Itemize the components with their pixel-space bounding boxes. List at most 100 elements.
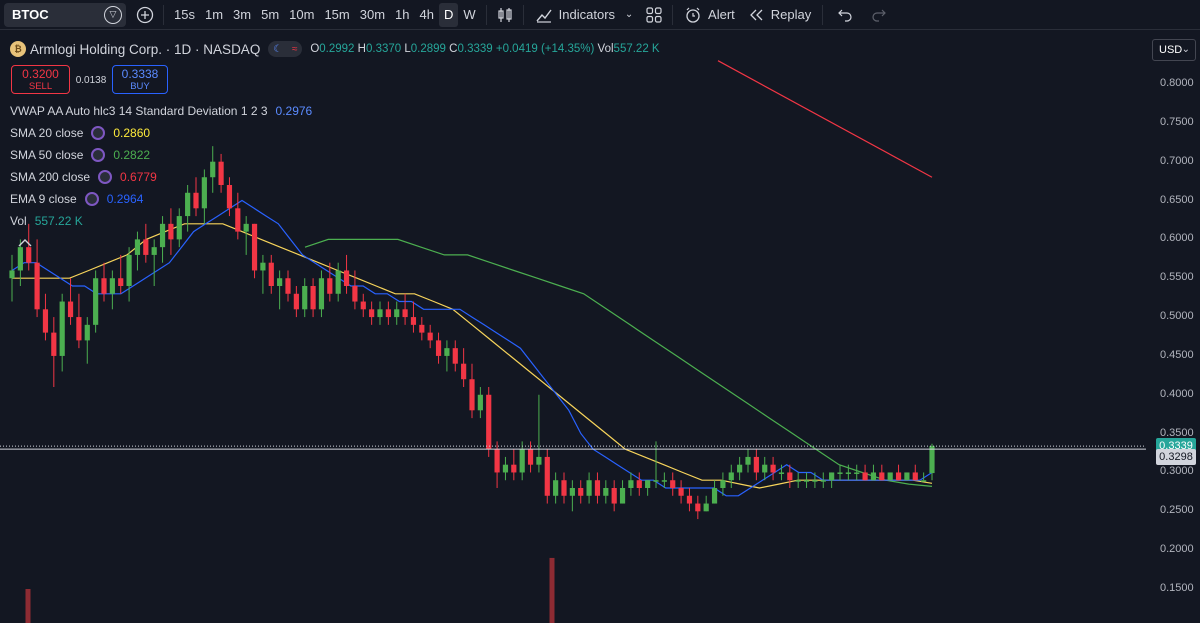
indicator-value: 0.2860 (113, 126, 151, 140)
candle-body (201, 177, 207, 209)
settings-icon[interactable] (91, 148, 106, 162)
candle-body (569, 488, 575, 496)
timeframe-10m[interactable]: 10m (284, 3, 319, 27)
candle-body (126, 254, 132, 286)
candle-body (870, 472, 877, 481)
indicator-value: 0.2976 (275, 104, 313, 118)
indicator-vwap[interactable]: VWAP AA Auto hlc3 14 Standard Deviation … (10, 104, 312, 118)
ohlc-values: O0.2992 H0.3370 L0.2899 C0.3339 +0.0419 … (310, 43, 659, 55)
axis-tick-label: 0.6500 (1160, 193, 1194, 206)
candle-body (285, 278, 291, 294)
currency-selector[interactable]: USD ⌄ (1152, 39, 1196, 61)
candle-body (778, 472, 785, 474)
indicator-sma200[interactable]: SMA 200 close 0.6779 (10, 170, 157, 184)
timeframe-30m[interactable]: 30m (355, 3, 390, 27)
candle-body (611, 488, 617, 504)
undo-icon[interactable] (832, 2, 858, 28)
indicator-sma50[interactable]: SMA 50 close 0.2822 (10, 148, 150, 162)
axis-tick-label: 0.4000 (1160, 387, 1194, 400)
divider (163, 4, 164, 25)
alarm-clock-icon (686, 7, 700, 23)
candle-body (862, 472, 868, 481)
indicator-value: 0.6779 (120, 170, 157, 184)
buy-price: 0.3338 (121, 66, 159, 81)
symbol-title[interactable]: Armlogi Holding Corp. · 1D · NASDAQ (30, 42, 260, 57)
open-value: 0.2992 (319, 43, 355, 55)
candle-body (226, 185, 233, 209)
candle-body (394, 309, 400, 318)
candle-body (887, 472, 893, 481)
candle-body (168, 223, 174, 240)
symbol-search[interactable]: BTOC ▽ (4, 2, 126, 27)
indicator-volume[interactable]: Vol 557.22 K (10, 214, 83, 228)
candle-body (101, 278, 107, 294)
timeframe-4h[interactable]: 4h (415, 3, 439, 27)
alert-button[interactable]: Alert (678, 2, 741, 28)
market-status-badge[interactable]: ☾ ≈ (268, 41, 303, 57)
axis-tick-label: 0.6000 (1160, 232, 1194, 245)
candle-body (151, 247, 157, 255)
candle-body (895, 472, 902, 481)
collapse-legend-icon[interactable] (16, 236, 34, 250)
timeframe-3m[interactable]: 3m (228, 3, 256, 27)
candle-body (34, 262, 40, 310)
timeframe-w[interactable]: W (458, 3, 480, 27)
moon-icon: ☾ (273, 43, 283, 55)
volume-bar (25, 589, 31, 623)
timeframe-15m[interactable]: 15m (319, 3, 354, 27)
replay-button[interactable]: Replay (741, 2, 817, 28)
candle-body (268, 262, 274, 286)
axis-tick-label: 0.3000 (1160, 465, 1194, 478)
timeframe-15s[interactable]: 15s (169, 3, 200, 27)
axis-tick-label: 0.5000 (1160, 310, 1194, 323)
timeframe-1h[interactable]: 1h (390, 3, 414, 27)
timeframe-d[interactable]: D (438, 2, 459, 27)
candle-body (486, 394, 492, 450)
candle-body (561, 480, 567, 496)
indicator-name: EMA 9 close (10, 192, 77, 206)
candle-body (76, 317, 82, 341)
candle-body (176, 216, 182, 240)
candle-body (435, 340, 442, 356)
low-value: 0.2899 (410, 43, 446, 55)
indicators-button[interactable]: Indicators (529, 2, 621, 28)
indicator-name: VWAP AA Auto hlc3 14 Standard Deviation … (10, 104, 268, 118)
change-value: +0.0419 (+14.35%) (495, 43, 595, 55)
price-chart[interactable] (0, 31, 1146, 623)
candle-body (109, 278, 115, 294)
chevron-down-icon[interactable]: ⌄ (621, 2, 637, 28)
settings-icon[interactable] (91, 126, 106, 140)
sell-button[interactable]: 0.3200 SELL (11, 65, 70, 94)
candle-body (427, 332, 433, 341)
candle-body (912, 472, 918, 481)
candle-body (84, 324, 90, 341)
axis-tick-label: 0.3500 (1160, 426, 1194, 439)
candle-body (260, 262, 266, 271)
candle-body (235, 208, 241, 232)
timeframe-1m[interactable]: 1m (200, 3, 228, 27)
candle-body (619, 488, 626, 504)
candle-body (695, 503, 701, 512)
indicator-name: Vol (10, 214, 27, 228)
indicator-ema9[interactable]: EMA 9 close 0.2964 (10, 192, 143, 206)
candle-body (477, 394, 483, 411)
candle-body (352, 286, 358, 302)
candle-body (820, 480, 826, 482)
redo-icon[interactable] (866, 2, 892, 28)
settings-icon[interactable] (98, 170, 113, 184)
indicator-value: 0.2964 (106, 192, 144, 206)
candle-body (711, 488, 718, 504)
vol-value: 557.22 K (613, 43, 660, 55)
symbol-logo-icon[interactable]: ▽ (104, 5, 122, 24)
layouts-grid-icon[interactable] (641, 2, 667, 28)
compare-plus-icon[interactable] (132, 2, 158, 28)
candles-chart-type-icon[interactable] (492, 2, 518, 28)
candle-body (653, 480, 659, 482)
buy-button[interactable]: 0.3338 BUY (112, 65, 168, 94)
candle-body (586, 480, 592, 496)
indicator-sma20[interactable]: SMA 20 close 0.2860 (10, 126, 150, 140)
divider (822, 4, 824, 25)
candle-body (143, 239, 149, 255)
settings-icon[interactable] (84, 192, 99, 206)
timeframe-5m[interactable]: 5m (256, 3, 284, 27)
